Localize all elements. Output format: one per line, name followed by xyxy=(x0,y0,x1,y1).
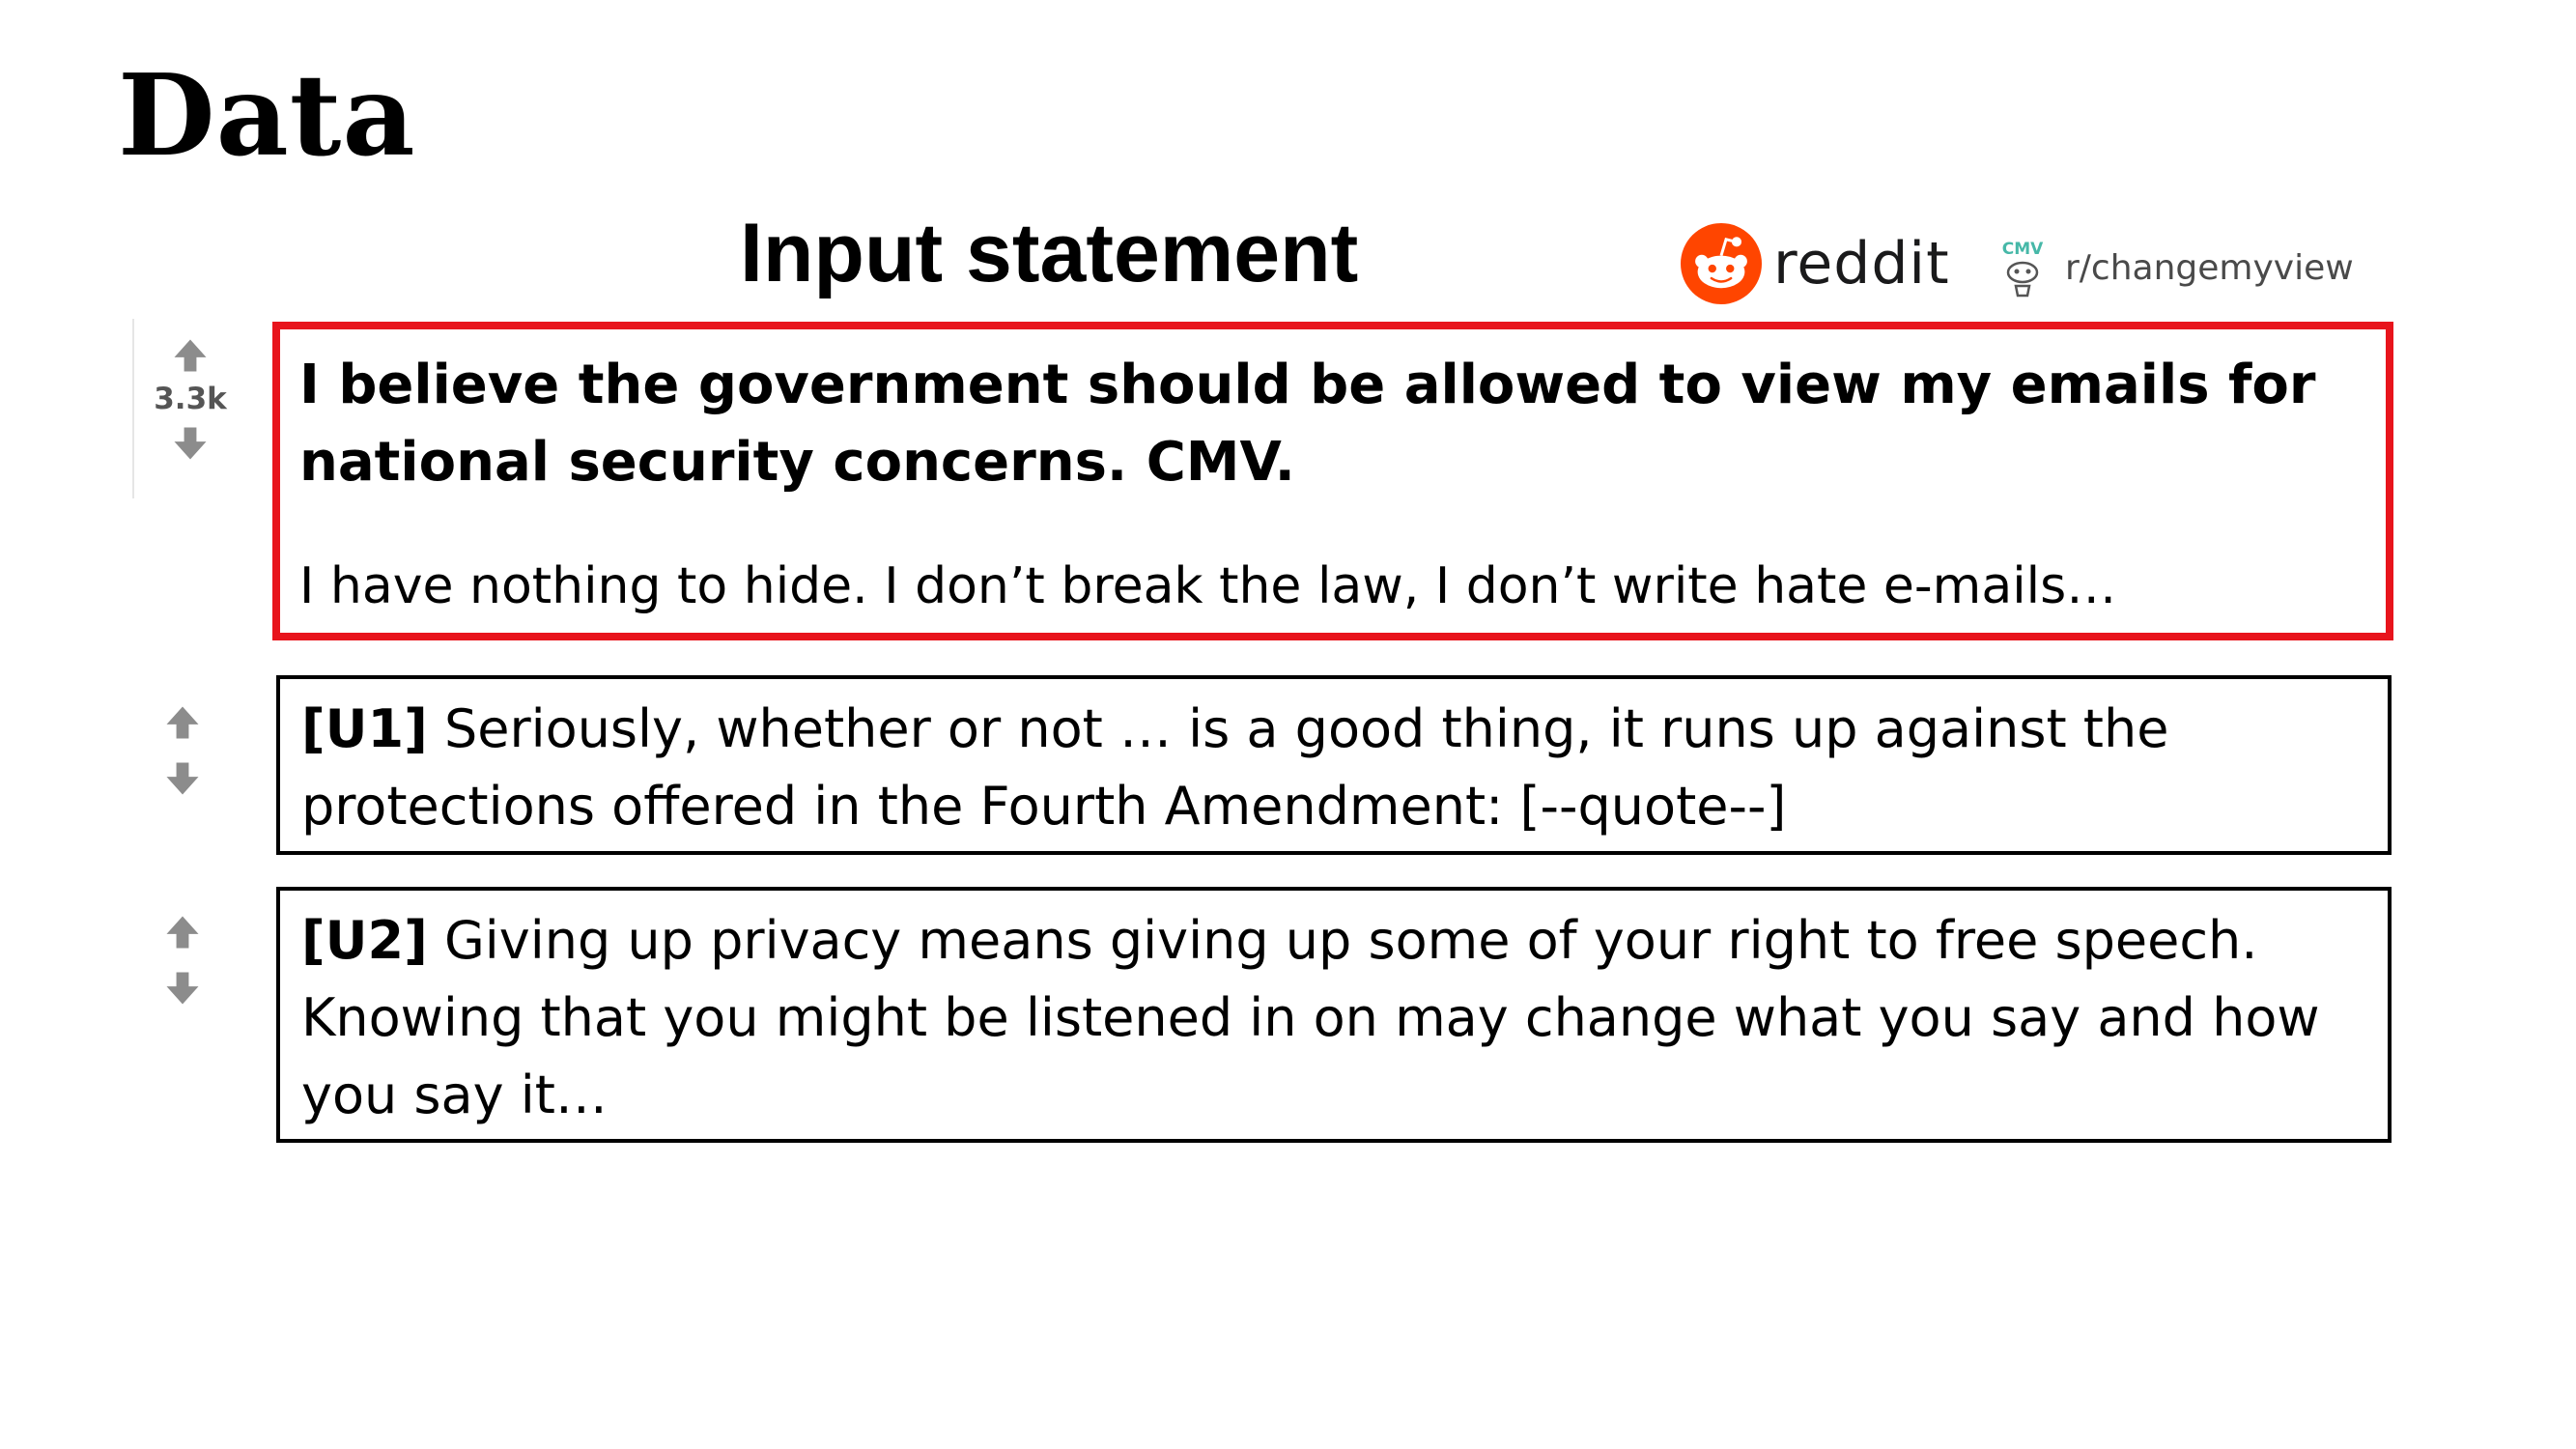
cmv-brand: CMV r/changemyview xyxy=(1994,236,2354,299)
comment-1: [U1] Seriously, whether or not … is a go… xyxy=(276,675,2392,855)
section-heading: Input statement xyxy=(740,207,1359,299)
comment-text: Seriously, whether or not … is a good th… xyxy=(301,698,2169,837)
cmv-snoo-icon: CMV xyxy=(2002,240,2044,298)
comment-2-vote-column xyxy=(139,911,226,1009)
arrow-down-icon[interactable] xyxy=(169,422,212,465)
comment-tag: [U1] xyxy=(301,698,428,759)
input-statement-post: I believe the government should be allow… xyxy=(272,322,2393,640)
slide-title: Data xyxy=(118,50,416,182)
arrow-up-icon[interactable] xyxy=(169,334,212,377)
reddit-alien-icon xyxy=(1681,223,1762,304)
post-vote-column: 3.3k xyxy=(147,334,234,465)
post-body: I have nothing to hide. I don’t break th… xyxy=(299,557,2117,615)
arrow-down-icon[interactable] xyxy=(161,967,204,1009)
reddit-wordmark: reddit xyxy=(1773,230,1950,298)
arrow-up-icon[interactable] xyxy=(161,701,204,744)
comment-text: Giving up privacy means giving up some o… xyxy=(301,910,2320,1125)
comment-tag: [U2] xyxy=(301,910,428,971)
post-score: 3.3k xyxy=(154,382,227,416)
reddit-brand: reddit xyxy=(1681,220,1950,307)
comment-1-vote-column xyxy=(139,701,226,800)
cmv-logo-text: CMV xyxy=(2002,240,2044,259)
comment-2: [U2] Giving up privacy means giving up s… xyxy=(276,887,2392,1143)
vote-divider xyxy=(132,319,134,498)
arrow-down-icon[interactable] xyxy=(161,757,204,800)
post-title: I believe the government should be allow… xyxy=(299,354,2316,494)
subreddit-name: r/changemyview xyxy=(2065,247,2354,288)
arrow-up-icon[interactable] xyxy=(161,911,204,953)
